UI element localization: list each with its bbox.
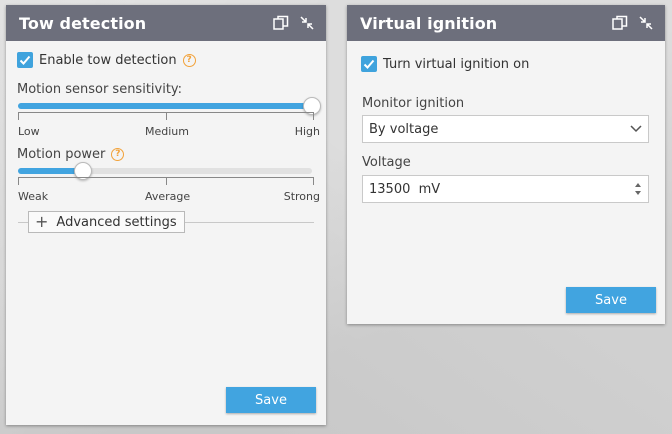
ignition-save-button[interactable]: Save — [566, 287, 656, 313]
sensitivity-label: Motion sensor sensitivity: — [17, 82, 183, 97]
copy-icon[interactable] — [611, 14, 629, 32]
voltage-input[interactable]: 13500 mV — [362, 175, 649, 203]
scale-label-strong: Strong — [283, 190, 320, 203]
sensitivity-fill — [18, 103, 312, 109]
virtual-ignition-header: Virtual ignition — [347, 5, 665, 41]
motion-power-row: Motion power ? — [17, 147, 125, 162]
monitor-ignition-label: Monitor ignition — [362, 96, 465, 111]
panel-title: Virtual ignition — [360, 13, 498, 33]
chevron-down-icon — [630, 125, 642, 133]
monitor-ignition-value: By voltage — [369, 121, 439, 137]
motion-power-slider[interactable] — [18, 162, 312, 180]
copy-icon[interactable] — [272, 14, 290, 32]
advanced-settings-button[interactable]: + Advanced settings — [28, 211, 185, 233]
panel-title: Tow detection — [19, 13, 147, 33]
scale-label-low: Low — [18, 125, 40, 138]
sensitivity-slider[interactable] — [18, 97, 321, 115]
scale-label-average: Average — [145, 190, 191, 203]
voltage-value: 13500 mV — [369, 181, 441, 197]
monitor-ignition-select[interactable]: By voltage — [362, 115, 649, 143]
motion-power-fill — [18, 168, 83, 174]
scale-label-weak: Weak — [18, 190, 49, 203]
enable-tow-detection-row[interactable]: Enable tow detection ? — [17, 52, 196, 68]
collapse-icon[interactable] — [298, 14, 316, 32]
tow-detection-header: Tow detection — [6, 5, 326, 41]
help-icon[interactable]: ? — [111, 148, 125, 161]
check-icon — [19, 55, 31, 65]
virtual-ignition-toggle-label: Turn virtual ignition on — [383, 56, 530, 72]
tow-detection-panel: Tow detection Enable tow detection ? Mot… — [6, 5, 326, 425]
virtual-ignition-checkbox[interactable] — [361, 56, 377, 72]
advanced-settings-label: Advanced settings — [56, 214, 177, 230]
virtual-ignition-panel: Virtual ignition Turn virtual ignition o… — [347, 5, 665, 324]
enable-tow-checkbox[interactable] — [17, 52, 33, 68]
scale-label-medium: Medium — [145, 125, 189, 138]
enable-tow-label: Enable tow detection — [39, 52, 177, 68]
tow-save-button[interactable]: Save — [226, 387, 316, 413]
stepper-icon[interactable] — [634, 181, 642, 197]
virtual-ignition-toggle-row[interactable]: Turn virtual ignition on — [361, 56, 529, 72]
voltage-label: Voltage — [362, 155, 411, 170]
collapse-icon[interactable] — [637, 14, 655, 32]
check-icon — [363, 59, 375, 69]
plus-icon: + — [35, 212, 49, 231]
help-icon[interactable]: ? — [182, 53, 196, 67]
sensitivity-scale: Low Medium High — [18, 112, 320, 138]
motion-power-scale: Weak Average Strong — [18, 177, 320, 203]
motion-power-label: Motion power — [17, 147, 106, 162]
scale-label-high: High — [294, 125, 320, 138]
